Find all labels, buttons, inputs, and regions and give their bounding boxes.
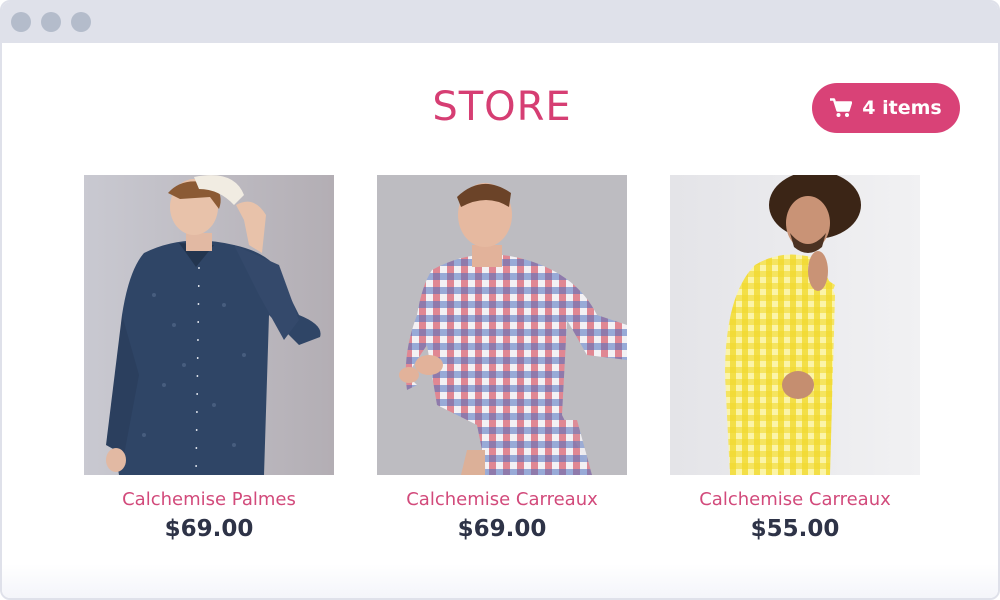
window-control-dot[interactable] — [11, 12, 31, 32]
product-name[interactable]: Calchemise Carreaux — [377, 489, 627, 510]
product-image[interactable] — [84, 175, 334, 475]
product-image[interactable] — [377, 175, 627, 475]
product-name[interactable]: Calchemise Palmes — [84, 489, 334, 510]
product-price: $55.00 — [750, 516, 840, 542]
product-card: Calchemise Carreaux $55.00 — [670, 175, 920, 542]
product-card: Calchemise Palmes $69.00 — [84, 175, 334, 542]
product-price: $69.00 — [164, 516, 254, 542]
browser-window: STORE 4 items Calchemise Palmes $69.00 C… — [0, 0, 1000, 600]
product-name[interactable]: Calchemise Carreaux — [670, 489, 920, 510]
product-image[interactable] — [670, 175, 920, 475]
cart-button[interactable]: 4 items — [812, 83, 960, 133]
window-control-dot[interactable] — [71, 12, 91, 32]
window-control-dot[interactable] — [41, 12, 61, 32]
cart-icon — [830, 98, 853, 117]
cart-count-label: 4 items — [862, 97, 942, 119]
window-titlebar — [2, 2, 998, 43]
product-price: $69.00 — [457, 516, 547, 542]
product-card: Calchemise Carreaux $69.00 — [377, 175, 627, 542]
bottom-fade — [2, 564, 998, 598]
